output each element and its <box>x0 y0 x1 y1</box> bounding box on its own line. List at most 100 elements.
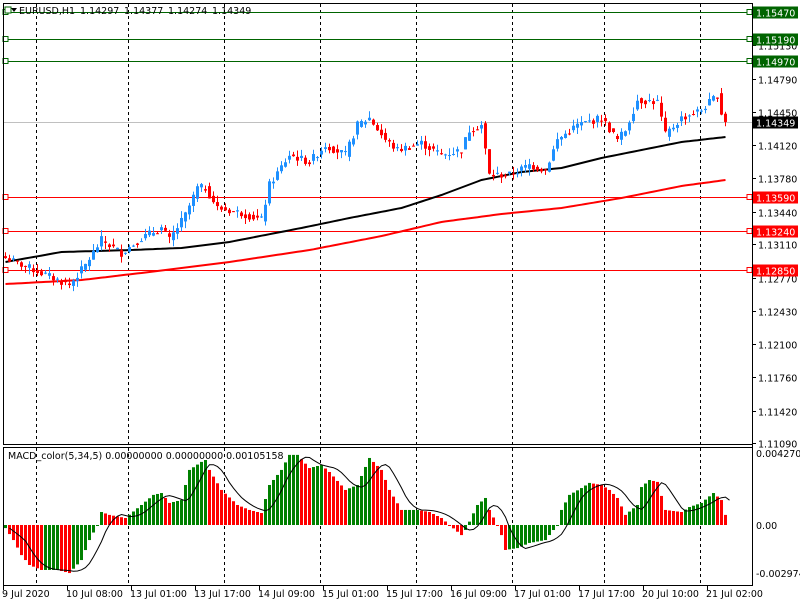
macd-bar <box>88 525 91 541</box>
macd-bar <box>580 488 583 525</box>
candle <box>292 151 295 157</box>
macd-bar <box>548 525 551 536</box>
candle <box>676 122 679 133</box>
candle-body <box>424 141 427 149</box>
macd-bar <box>488 509 491 525</box>
candle-body <box>240 212 243 217</box>
candle-body <box>248 214 251 220</box>
candle-body <box>680 116 683 122</box>
candle <box>628 120 631 135</box>
macd-bar <box>320 464 323 525</box>
candle-body <box>484 123 487 149</box>
candle-body <box>20 262 23 267</box>
macd-bar <box>8 525 11 535</box>
macd-bar <box>440 517 443 525</box>
candle-body <box>264 204 267 222</box>
macd-bar <box>68 525 71 574</box>
candle <box>648 93 651 103</box>
candle <box>500 172 503 184</box>
candle-body <box>620 131 623 140</box>
candle <box>688 114 691 122</box>
candle-body <box>132 245 135 247</box>
candle-body <box>576 123 579 128</box>
macd-bar <box>288 454 291 525</box>
candle <box>284 158 287 168</box>
candle-body <box>384 132 387 140</box>
macd-bar <box>244 508 247 525</box>
dropdown-triangle-icon[interactable] <box>11 8 17 12</box>
candle-body <box>528 164 531 169</box>
macd-bar <box>504 525 507 550</box>
resistance-handle <box>746 9 753 15</box>
macd-bar <box>196 464 199 525</box>
macd-bar <box>392 496 395 525</box>
macd-bar <box>520 525 523 547</box>
macd-bar <box>348 488 351 525</box>
macd-bar <box>704 499 707 525</box>
macd-bar <box>604 487 607 525</box>
candle-body <box>596 115 599 122</box>
macd-bar <box>80 525 83 561</box>
candle <box>636 94 639 111</box>
macd-bar <box>124 517 127 525</box>
macd-bar <box>240 506 243 525</box>
candle-body <box>244 214 247 219</box>
candle-body <box>56 278 59 280</box>
candle <box>724 111 727 127</box>
candle <box>188 202 191 220</box>
macd-bar <box>328 471 331 525</box>
candle-body <box>164 227 167 231</box>
candle-body <box>392 142 395 149</box>
candle-body <box>336 149 339 153</box>
trading-chart[interactable]: 1.151301.147901.144501.141201.137801.134… <box>0 0 800 600</box>
candle <box>24 265 27 273</box>
candle-body <box>204 189 207 191</box>
candle-body <box>400 148 403 152</box>
candle <box>208 182 211 199</box>
macd-bar <box>404 509 407 525</box>
window-menu-icon[interactable] <box>4 6 12 14</box>
macd-bar <box>364 466 367 525</box>
macd-bar <box>168 502 171 525</box>
candle-body <box>644 100 647 105</box>
candle-body <box>296 156 299 161</box>
candle-body <box>64 279 67 283</box>
macd-bar <box>216 483 219 525</box>
price-axis[interactable]: 1.151301.147901.144501.141201.137801.134… <box>752 3 797 586</box>
candle <box>576 118 579 134</box>
candle <box>408 146 411 150</box>
candle-body <box>404 145 407 151</box>
candle-body <box>328 146 331 151</box>
candle-body <box>480 125 483 129</box>
candle-body <box>236 210 239 212</box>
price-tick-label: 1.12100 <box>758 341 797 352</box>
candle-body <box>552 149 555 161</box>
macd-bar <box>444 521 447 525</box>
macd-bar <box>316 466 319 525</box>
candle <box>64 277 67 286</box>
candle <box>132 244 135 247</box>
candle <box>696 106 699 118</box>
macd-bar <box>584 485 587 525</box>
candle <box>244 209 247 224</box>
candle <box>136 242 139 248</box>
candle <box>192 191 195 213</box>
candle <box>692 110 695 116</box>
candle-body <box>292 154 295 157</box>
macd-bar <box>64 525 67 573</box>
price-tick-label: 1.11420 <box>758 408 797 419</box>
candle <box>452 147 455 156</box>
candle-body <box>524 165 527 168</box>
candle-body <box>324 147 327 149</box>
candle-body <box>408 148 411 150</box>
candle-body <box>96 247 99 253</box>
candle-body <box>344 151 347 153</box>
candle <box>80 260 83 279</box>
time-axis[interactable]: 9 Jul 2020 10 Jul 08:00 13 Jul 01:00 13 Jul… <box>2 586 763 600</box>
macd-bar <box>680 512 683 525</box>
candle-body <box>72 280 75 286</box>
macd-bar <box>132 511 135 525</box>
macd-bar <box>536 525 539 542</box>
resistance-price-text: 1.15190 <box>756 36 795 47</box>
candle-body <box>28 264 31 268</box>
